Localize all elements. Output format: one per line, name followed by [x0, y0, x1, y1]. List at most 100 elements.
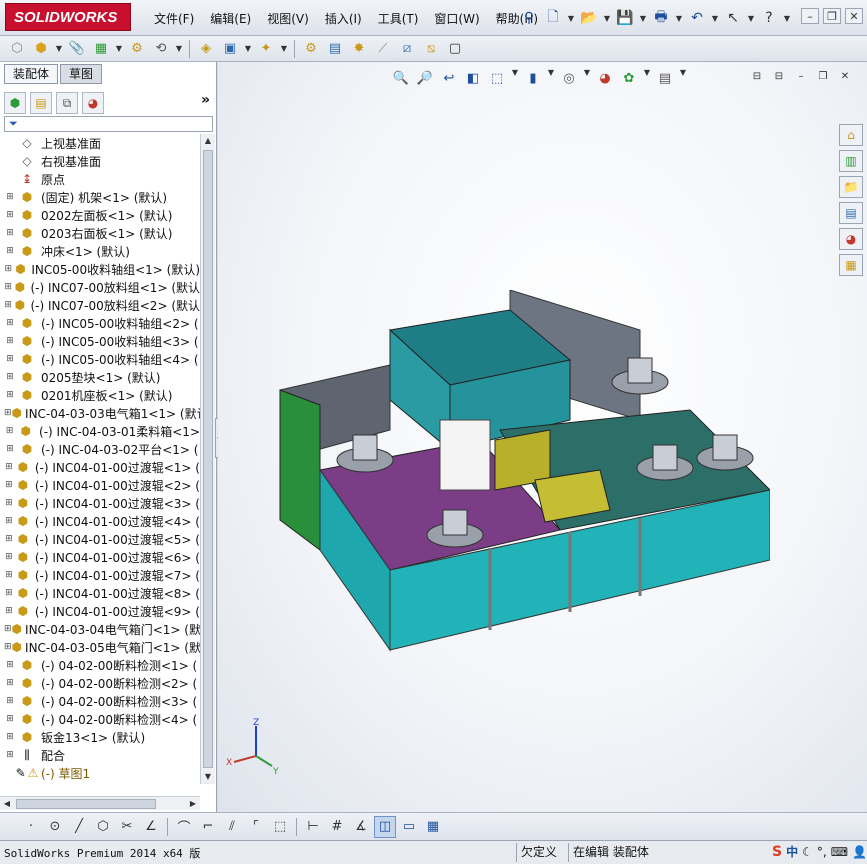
interference-detection-icon[interactable]: ⧄	[396, 38, 418, 60]
line-icon[interactable]: ╱	[68, 816, 90, 838]
tree-item[interactable]: ◇ 上视基准面	[0, 134, 200, 152]
expand-icon[interactable]: ⊞	[4, 192, 16, 202]
help-icon[interactable]: ?	[758, 7, 780, 29]
menu-edit[interactable]: 编辑(E)	[202, 10, 259, 27]
trim-icon[interactable]: ✂	[116, 816, 138, 838]
save-icon[interactable]: 💾	[614, 7, 636, 29]
tree-item[interactable]: ↨ 原点	[0, 170, 200, 188]
expand-icon[interactable]: ⊞	[4, 228, 16, 238]
scroll-right-icon[interactable]: ▶	[186, 797, 200, 811]
menu-view[interactable]: 视图(V)	[259, 10, 317, 27]
expand-icon[interactable]: ⊞	[4, 264, 13, 274]
tree-item[interactable]: ⊞ ⬢ 冲床<1> (默认)	[0, 242, 200, 260]
expand-icon[interactable]: ⊞	[4, 642, 12, 652]
design-library-icon[interactable]: ▥	[839, 150, 863, 172]
tree-item[interactable]: ⊞ ⬢ (-) 04-02-00断料检测<1> (	[0, 656, 200, 674]
tree-item[interactable]: ⊞ ⬢ (-) INC04-01-00过渡辊<4> (	[0, 512, 200, 530]
scroll-left-icon[interactable]: ◀	[0, 797, 14, 811]
clearance-verification-icon[interactable]: ⧅	[420, 38, 442, 60]
split-view-icon[interactable]: ⊟	[771, 70, 787, 84]
table-layout-icon[interactable]: ▦	[422, 816, 444, 838]
view-palette-icon[interactable]: ▤	[839, 202, 863, 224]
linear-pattern-icon[interactable]: ▦	[90, 38, 112, 60]
isometric-view-icon[interactable]: ◫	[374, 815, 396, 838]
tree-item[interactable]: ⊞ ⬢ 0205垫块<1> (默认)	[0, 368, 200, 386]
menu-file[interactable]: 文件(F)	[146, 10, 202, 27]
expand-icon[interactable]: ⊞	[4, 696, 16, 706]
expand-icon[interactable]: ⊞	[4, 534, 14, 544]
tree-item[interactable]: ⊞ ⫼ 配合	[0, 746, 200, 764]
window-layout-icon[interactable]: ▭	[398, 816, 420, 838]
expand-icon[interactable]: ⊞	[4, 426, 15, 436]
smart-fastener-icon[interactable]: ⚙	[126, 38, 148, 60]
extend-icon[interactable]: ∠	[140, 816, 162, 838]
restore-icon[interactable]: ❐	[815, 70, 831, 84]
paperclip-icon[interactable]: 📎	[66, 38, 88, 60]
punctuation-icon[interactable]: °,	[817, 845, 827, 859]
tree-item[interactable]: ⊞ ⬢ (-) INC05-00收料轴组<3> (	[0, 332, 200, 350]
print-icon[interactable]: 🖶	[650, 7, 672, 29]
select-cursor-icon[interactable]: ↖	[722, 7, 744, 29]
expand-icon[interactable]: ⊞	[4, 732, 16, 742]
expand-icon[interactable]: ⊞	[4, 660, 16, 670]
previous-view-icon[interactable]: ↩	[438, 68, 460, 88]
reference-geometry-icon[interactable]: ✦	[255, 38, 277, 60]
assembly-features-icon[interactable]: ▣	[219, 38, 241, 60]
menu-window[interactable]: 窗口(W)	[426, 10, 487, 27]
chevron-down-icon[interactable]: ▼	[782, 14, 792, 23]
tree-item[interactable]: ⊞ ⬢ (-) INC04-01-00过渡辊<1> (	[0, 458, 200, 476]
close-icon[interactable]: ✕	[837, 70, 853, 84]
angle-icon[interactable]: ∡	[350, 816, 372, 838]
tree-item[interactable]: ⊞ ⬢ (-) INC04-01-00过渡辊<6> (	[0, 548, 200, 566]
minimize-icon[interactable]: –	[801, 8, 819, 24]
scroll-down-icon[interactable]: ▼	[201, 770, 215, 784]
expand-icon[interactable]: ⊞	[4, 516, 14, 526]
construction-line-icon[interactable]: ⌜	[245, 816, 267, 838]
edit-appearance-icon[interactable]: ◕	[594, 68, 616, 88]
home-icon[interactable]: ⌂	[839, 124, 863, 146]
expand-icon[interactable]: ⊞	[4, 606, 14, 616]
offset-icon[interactable]: ⫽	[221, 816, 243, 838]
filter-icon[interactable]: ⏷	[9, 117, 18, 130]
tab-sketch[interactable]: 草图	[60, 64, 103, 84]
display-manager-icon[interactable]: ◕	[82, 92, 104, 114]
section-view-icon[interactable]: ◧	[462, 68, 484, 88]
tree-item[interactable]: ⊞ ⬢ INC-04-03-03电气箱1<1> (默认	[0, 404, 200, 422]
grid-icon[interactable]: #	[326, 816, 348, 838]
display-style-icon[interactable]: ▮	[522, 68, 544, 88]
chevron-down-icon[interactable]: ▼	[243, 44, 253, 53]
apply-scene-icon[interactable]: ✿	[618, 68, 640, 88]
ime-language[interactable]: 中	[786, 843, 798, 860]
zoom-to-area-icon[interactable]: 🔎	[414, 68, 436, 88]
point-icon[interactable]: ·	[20, 816, 42, 838]
expand-icon[interactable]: ⊞	[4, 408, 12, 418]
menu-tools[interactable]: 工具(T)	[370, 10, 427, 27]
tree-item[interactable]: ✎ ⚠ (-) 草图1	[0, 764, 200, 782]
expand-icon[interactable]: ⊞	[4, 498, 14, 508]
new-document-icon[interactable]: 🗋	[542, 7, 564, 29]
fillet-icon[interactable]: ⌐	[197, 816, 219, 838]
arc-icon[interactable]: ⌒	[173, 816, 195, 838]
custom-properties-icon[interactable]: ▦	[839, 254, 863, 276]
tree-item[interactable]: ⊞ ⬢ (-) 04-02-00断料检测<3> (	[0, 692, 200, 710]
graphics-viewport[interactable]: 🔍 🔎 ↩ ◧ ⬚ ▼ ▮ ▼ ◎ ▼ ◕ ✿ ▼ ▤ ▼ ⊟ ⊟ – ❐ ✕ …	[218, 62, 867, 812]
restore-icon[interactable]: ❐	[823, 8, 841, 24]
more-tabs-icon[interactable]: »	[201, 92, 210, 108]
tree-item[interactable]: ⊞ ⬢ (-) INC05-00收料轴组<2> (	[0, 314, 200, 332]
expand-icon[interactable]: ⊞	[4, 318, 16, 328]
minimize-icon[interactable]: –	[793, 70, 809, 84]
chevron-down-icon[interactable]: ▼	[566, 14, 576, 23]
ime-indicator[interactable]: S 中 ☾ °, ⌨ 👤	[772, 843, 867, 860]
expand-icon[interactable]: ⊞	[4, 444, 16, 454]
expand-icon[interactable]: ⊞	[4, 750, 16, 760]
split-view-icon[interactable]: ⊟	[749, 70, 765, 84]
expand-icon[interactable]: ⊞	[4, 462, 14, 472]
tree-item[interactable]: ⊞ ⬢ (-) INC07-00放料组<2> (默认	[0, 296, 200, 314]
tree-item[interactable]: ⊞ ⬢ (-) 04-02-00断料检测<2> (	[0, 674, 200, 692]
assembly-model[interactable]	[270, 290, 770, 660]
expand-icon[interactable]: ⊞	[4, 678, 16, 688]
circle-icon[interactable]: ⊙	[44, 816, 66, 838]
expand-icon[interactable]: ⊞	[4, 282, 12, 292]
expand-icon[interactable]: ⊞	[4, 588, 14, 598]
view-settings-icon[interactable]: ▤	[654, 68, 676, 88]
